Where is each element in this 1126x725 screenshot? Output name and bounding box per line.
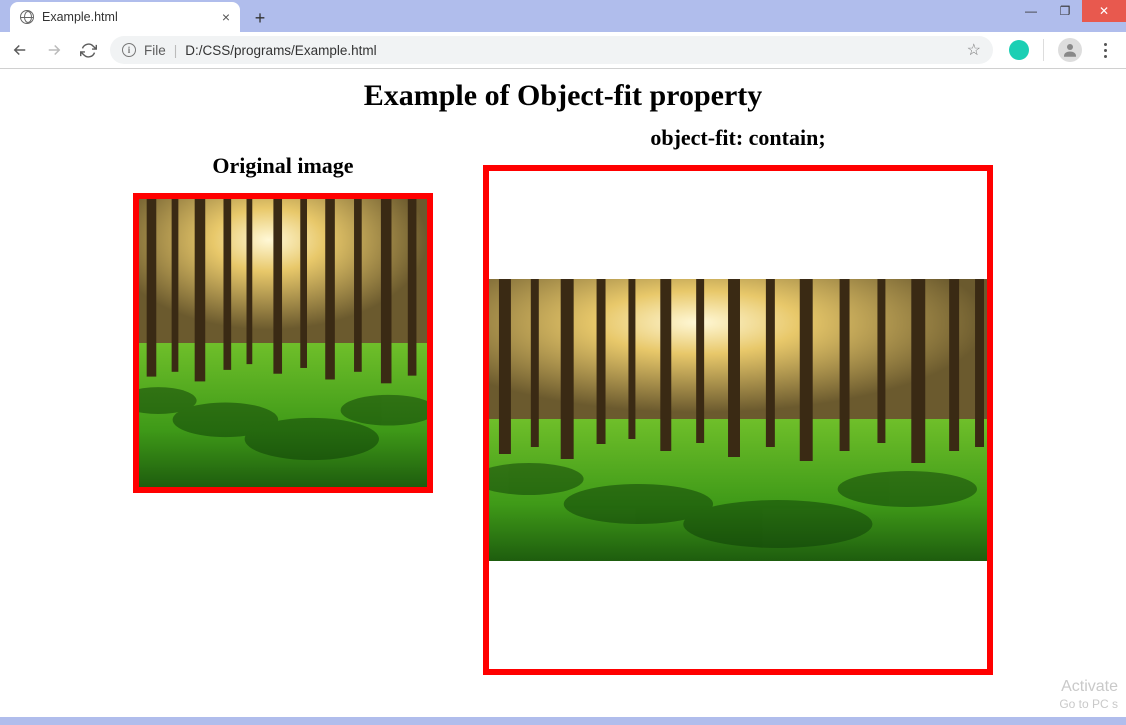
forest-image-contain [489,279,987,561]
window-maximize-button[interactable]: ❐ [1048,0,1082,22]
reload-button[interactable] [76,38,100,62]
forward-button[interactable] [42,38,66,62]
toolbar-divider [1043,39,1044,61]
example-contain: object-fit: contain; [483,125,993,675]
contain-label: object-fit: contain; [483,125,993,151]
profile-icon[interactable] [1058,38,1082,62]
new-tab-button[interactable]: + [246,4,274,32]
info-icon[interactable]: i [122,43,136,57]
tab-strip: Example.html × + [0,0,1126,32]
page-heading: Example of Object-fit property [0,79,1126,113]
original-image-box [133,193,433,493]
browser-toolbar: i File | D:/CSS/programs/Example.html ☆ [0,32,1126,69]
kebab-menu-icon[interactable] [1096,43,1114,58]
address-separator: | [174,43,178,58]
address-bar[interactable]: i File | D:/CSS/programs/Example.html ☆ [110,36,993,64]
tab-title: Example.html [42,10,214,24]
extension-icon[interactable] [1009,40,1029,60]
window-minimize-button[interactable]: — [1014,0,1048,22]
example-original: Original image [133,153,433,498]
forest-image [139,199,427,487]
globe-icon [20,10,34,24]
window-close-button[interactable]: ✕ [1082,0,1126,22]
original-image-label: Original image [133,153,433,179]
browser-tab[interactable]: Example.html × [10,2,240,32]
address-file-label: File [144,43,166,58]
page-content: Example of Object-fit property Original … [0,69,1126,717]
contain-image-box [483,165,993,675]
back-button[interactable] [8,38,32,62]
tab-close-icon[interactable]: × [222,9,230,25]
bookmark-star-icon[interactable]: ☆ [967,40,981,60]
address-path: D:/CSS/programs/Example.html [185,43,376,58]
